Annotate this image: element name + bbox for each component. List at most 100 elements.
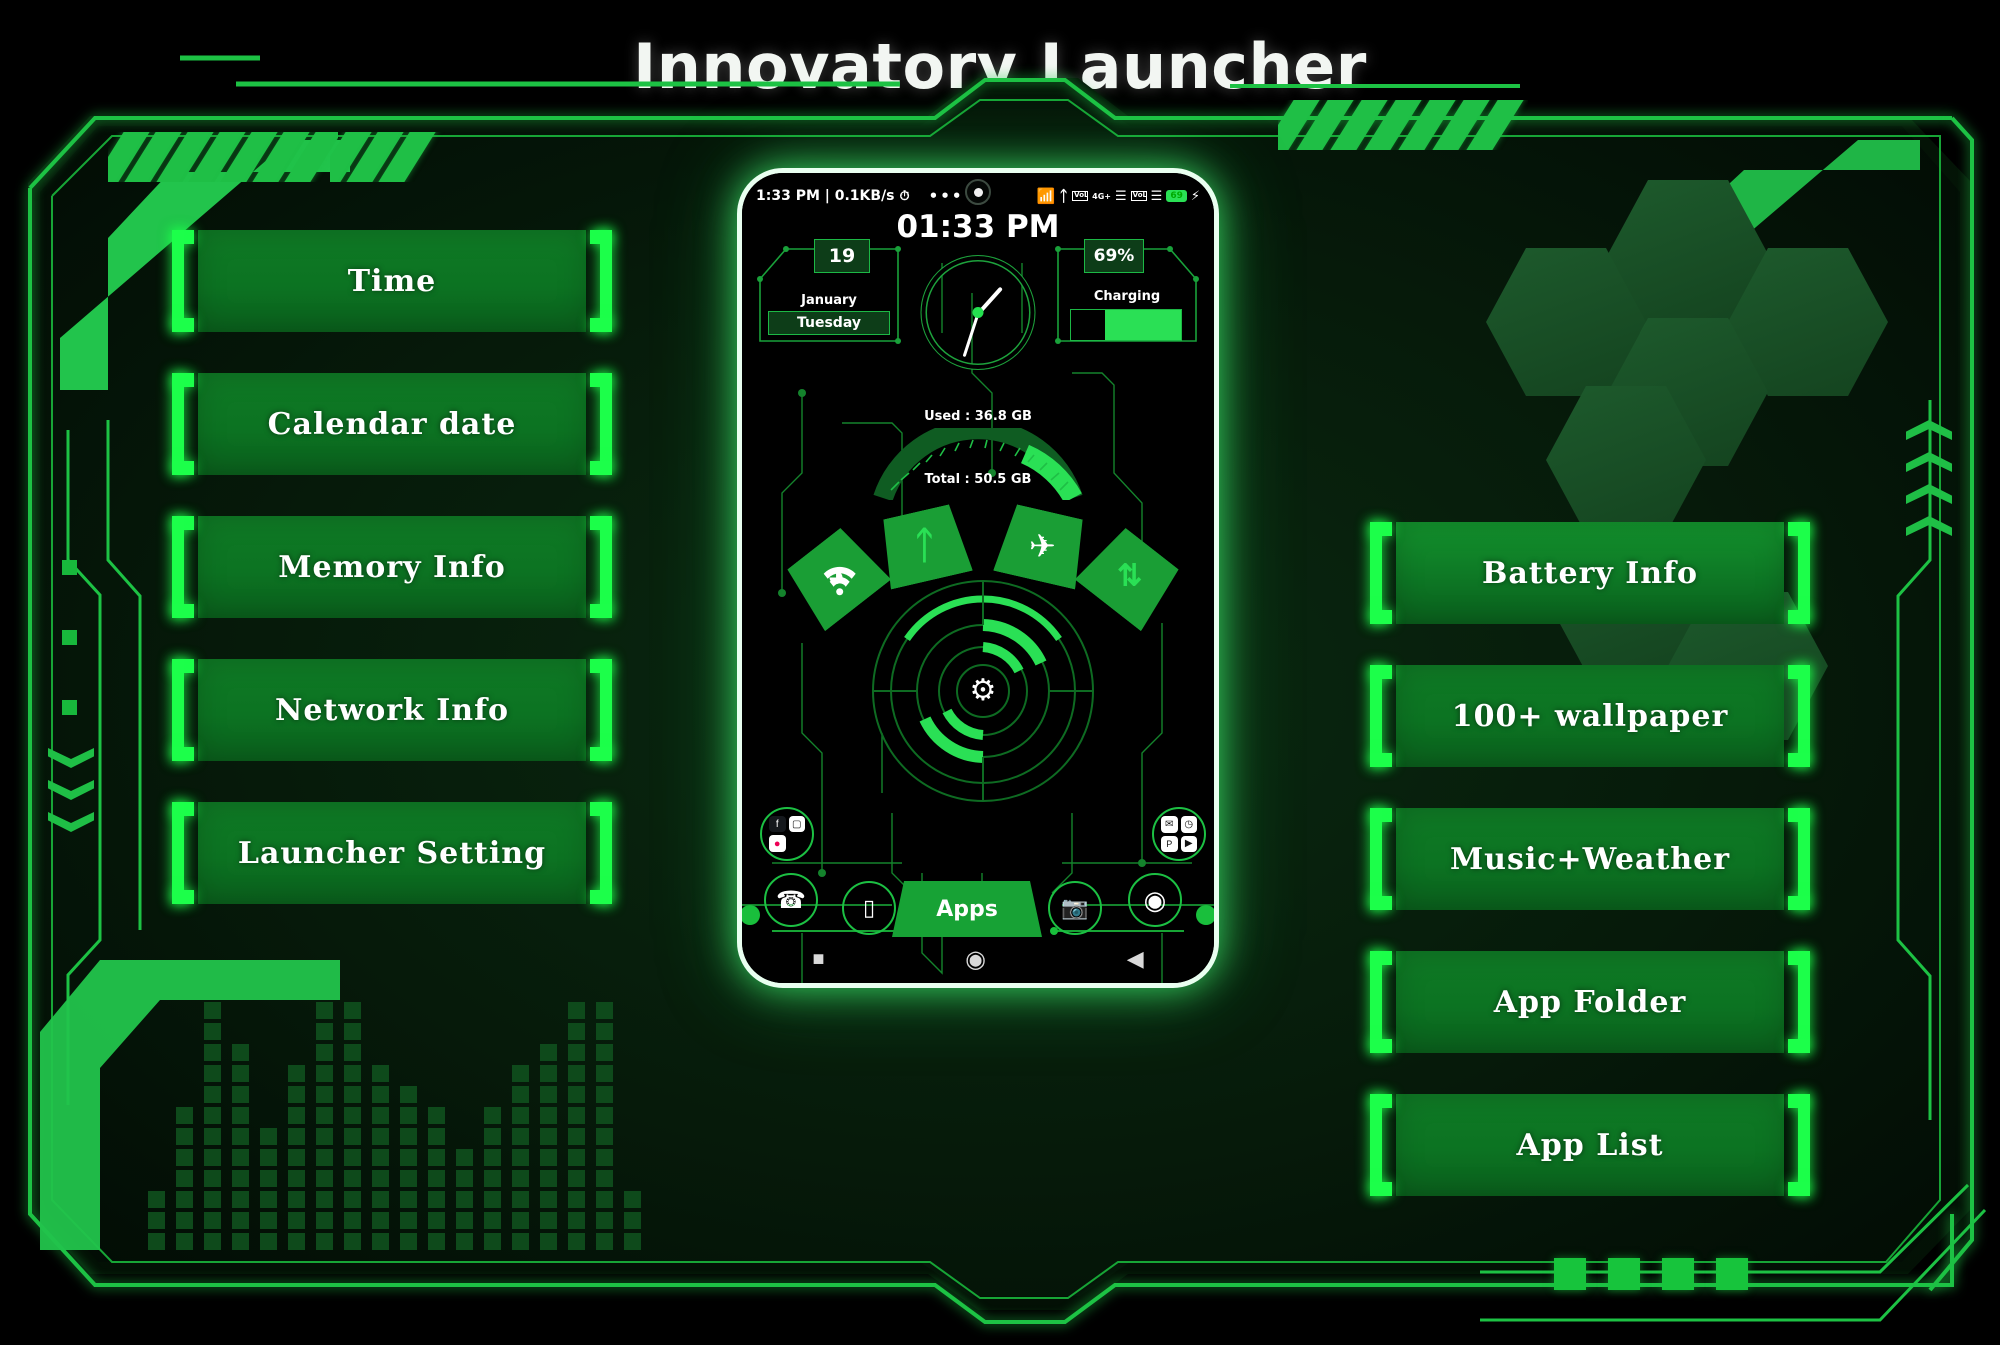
left-edge-square-1 bbox=[62, 560, 77, 575]
settings-gear-button[interactable]: ⚙ bbox=[961, 669, 1005, 713]
eq-bar bbox=[512, 1065, 529, 1250]
bracket-right-icon bbox=[586, 659, 612, 761]
battery-percent-chip: 69% bbox=[1084, 239, 1144, 273]
stripe-pattern-left bbox=[108, 132, 338, 182]
dock-messages-button[interactable]: ▯ bbox=[842, 881, 896, 935]
status-time-net: 1:33 PM | 0.1KB/s bbox=[756, 188, 895, 204]
eq-bar bbox=[428, 1107, 445, 1250]
clock-center-hub bbox=[972, 307, 984, 318]
data-transfer-icon: ⇅ bbox=[1117, 559, 1143, 593]
sidebar-item-launcher-setting[interactable]: Launcher Setting bbox=[172, 802, 612, 904]
eq-bar bbox=[400, 1086, 417, 1250]
sidebar-item-network-info[interactable]: Network Info bbox=[172, 659, 612, 761]
bracket-right-icon bbox=[1784, 1094, 1810, 1196]
eq-bar bbox=[260, 1128, 277, 1250]
sidebar-item-music-weather[interactable]: Music+Weather bbox=[1370, 808, 1810, 910]
home-circle-icon[interactable]: ◉ bbox=[965, 945, 986, 974]
sidebar-item-calendar-date[interactable]: Calendar date bbox=[172, 373, 612, 475]
eq-bar bbox=[288, 1065, 305, 1250]
clock-minute-hand bbox=[962, 312, 980, 357]
sidebar-item-memory-info[interactable]: Memory Info bbox=[172, 516, 612, 618]
left-button-label: Launcher Setting bbox=[198, 802, 586, 904]
battery-percent-label: 69% bbox=[1093, 246, 1135, 266]
dock-camera-button[interactable]: 📷 bbox=[1048, 881, 1102, 935]
volte-badge-2: VoLTE bbox=[1130, 191, 1147, 201]
sidebar-item-wallpaper[interactable]: 100+ wallpaper bbox=[1370, 665, 1810, 767]
signal-bars-icon-1: ☰ bbox=[1115, 188, 1127, 204]
bracket-right-icon bbox=[586, 373, 612, 475]
sidebar-item-app-list[interactable]: App List bbox=[1370, 1094, 1810, 1196]
bluetooth-icon: ᛏ bbox=[912, 525, 936, 567]
wifi-icon: ◕ bbox=[826, 560, 846, 593]
memory-gauge-arc bbox=[873, 428, 1083, 500]
bracket-left-icon bbox=[1370, 665, 1396, 767]
app-folder-right[interactable]: ✉ ◷ P ▶ bbox=[1152, 807, 1206, 861]
bracket-left-icon bbox=[172, 659, 198, 761]
bracket-right-icon bbox=[586, 802, 612, 904]
folder-empty-slot bbox=[789, 835, 806, 852]
phone-screen: 1:33 PM | 0.1KB/s ⏱ ••• 📶 ᛏ VoLTE 4G+ ☰ … bbox=[742, 173, 1214, 983]
eq-bar bbox=[232, 1044, 249, 1250]
battery-bar-fill bbox=[1105, 310, 1181, 340]
apps-label: Apps bbox=[936, 896, 998, 922]
instagram-icon: ▢ bbox=[788, 816, 805, 832]
left-edge-square-3 bbox=[62, 700, 77, 715]
bracket-right-icon bbox=[1784, 808, 1810, 910]
bracket-left-icon bbox=[172, 516, 198, 618]
date-widget[interactable]: 19 January Tuesday bbox=[756, 235, 902, 345]
network-type-label: 4G+ bbox=[1092, 191, 1112, 201]
dock-browser-button[interactable]: ◉ bbox=[1128, 873, 1182, 927]
right-button-label: Music+Weather bbox=[1396, 808, 1784, 910]
left-edge-square-2 bbox=[62, 630, 77, 645]
eq-bar bbox=[568, 1002, 585, 1250]
bracket-right-icon bbox=[1784, 665, 1810, 767]
dock-phone-button[interactable]: ☎ bbox=[764, 873, 818, 927]
bracket-left-icon bbox=[172, 802, 198, 904]
sidebar-item-battery-info[interactable]: Battery Info bbox=[1370, 522, 1810, 624]
eq-bar bbox=[624, 1191, 641, 1250]
date-day-number: 19 bbox=[828, 245, 856, 267]
left-button-label: Time bbox=[198, 230, 586, 332]
back-triangle-icon[interactable]: ◀ bbox=[1127, 946, 1144, 972]
memory-used-label: Used : 36.8 GB bbox=[924, 409, 1032, 424]
messages-icon: ▯ bbox=[862, 895, 876, 920]
right-button-label: App Folder bbox=[1396, 951, 1784, 1053]
battery-widget[interactable]: 69% Charging bbox=[1054, 235, 1200, 345]
right-button-label: Battery Info bbox=[1396, 522, 1784, 624]
bracket-right-icon bbox=[586, 516, 612, 618]
eq-bar bbox=[148, 1191, 165, 1250]
left-button-label: Memory Info bbox=[198, 516, 586, 618]
recents-square-icon[interactable]: ■ bbox=[812, 948, 824, 971]
sidebar-item-app-folder[interactable]: App Folder bbox=[1370, 951, 1810, 1053]
sidebar-item-time[interactable]: Time bbox=[172, 230, 612, 332]
apps-drawer-button[interactable]: Apps bbox=[892, 881, 1042, 937]
chrome-icon: ◉ bbox=[1143, 884, 1167, 915]
app-folder-left[interactable]: f ▢ ● bbox=[760, 807, 814, 861]
bracket-right-icon bbox=[1784, 951, 1810, 1053]
date-day-chip: 19 bbox=[814, 239, 870, 273]
bottom-right-squares bbox=[1554, 1258, 1748, 1290]
phone-preview: 1:33 PM | 0.1KB/s ⏱ ••• 📶 ᛏ VoLTE 4G+ ☰ … bbox=[737, 168, 1219, 988]
volte-badge-1: VoLTE bbox=[1072, 191, 1089, 201]
eq-bar bbox=[372, 1065, 389, 1250]
signal-bars-icon-2: ☰ bbox=[1150, 188, 1163, 204]
bracket-left-icon bbox=[1370, 522, 1396, 624]
eq-bar bbox=[176, 1107, 193, 1250]
bracket-left-icon bbox=[172, 230, 198, 332]
status-dots: ••• bbox=[928, 187, 964, 205]
right-button-label: App List bbox=[1396, 1094, 1784, 1196]
charging-bolt-icon: ⚡ bbox=[1190, 188, 1200, 204]
memory-gauge[interactable]: Used : 36.8 GB Total : 50.5 GB bbox=[873, 409, 1083, 500]
bluetooth-icon: ᛏ bbox=[1059, 187, 1069, 205]
right-button-label: 100+ wallpaper bbox=[1396, 665, 1784, 767]
date-month-label: January bbox=[801, 293, 857, 308]
battery-level-text: 69 bbox=[1170, 191, 1183, 201]
bracket-left-icon bbox=[1370, 1094, 1396, 1196]
front-camera-notch bbox=[965, 179, 991, 205]
stripe-pattern-left-2 bbox=[330, 132, 450, 182]
left-button-label: Calendar date bbox=[198, 373, 586, 475]
date-weekday-chip: Tuesday bbox=[768, 311, 890, 335]
stripe-pattern-right bbox=[1278, 100, 1528, 150]
camera-icon: 📷 bbox=[1061, 895, 1089, 920]
equalizer-decor bbox=[148, 1002, 641, 1250]
